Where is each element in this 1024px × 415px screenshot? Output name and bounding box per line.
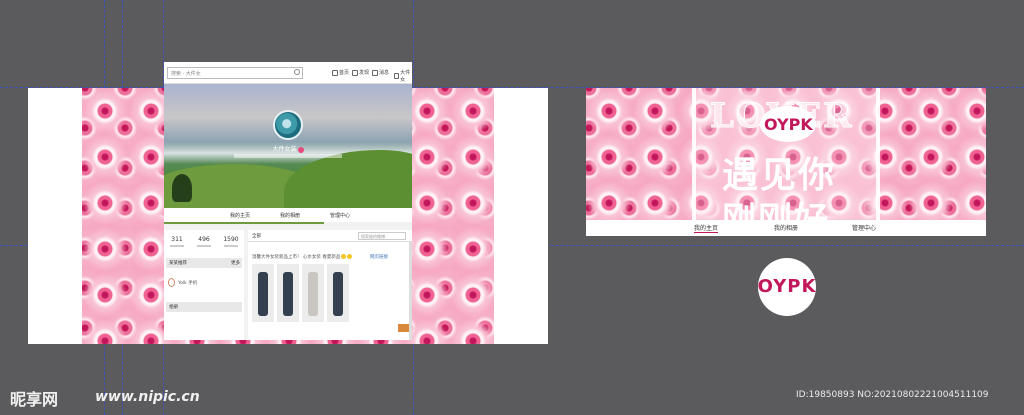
nav-label: 大件女 <box>400 70 411 83</box>
post-image[interactable] <box>277 264 299 322</box>
stat-value: 496 <box>198 236 210 243</box>
post-text-content: 温馨大件女装新品上市！ 心水女装 春夏新品 <box>252 255 341 260</box>
watermark-id: ID:19850893 NO:20210802221004511109 <box>796 390 989 400</box>
banner-tabs: 我的主页 我的相册 管理中心 <box>586 220 986 236</box>
location-icon <box>168 278 175 287</box>
list-item-label: Yolk 手机 <box>178 280 198 286</box>
nav-messages[interactable]: 消息 <box>372 69 389 76</box>
emoji-icon <box>347 254 353 259</box>
tab-manage[interactable]: 管理中心 <box>852 223 876 232</box>
banner-center-panel: LOVER OYPK 遇见你 刚刚好 <box>692 88 880 220</box>
list-item[interactable]: Yolk 手机 <box>168 278 197 287</box>
emoji-icon <box>341 254 347 259</box>
tab-home[interactable]: 我的主页 <box>694 223 719 233</box>
search-input[interactable]: 搜索 · 大件女 <box>167 67 303 79</box>
header-banner: LOVER OYPK 遇见你 刚刚好 <box>586 88 986 220</box>
profile-tabs: 我的主页 我的相册 管理中心 <box>164 208 412 222</box>
logo-text: OYPK <box>757 276 817 297</box>
banner-title: 遇见你 <box>722 155 837 196</box>
watermark-url: www.nipic.cn <box>95 389 200 405</box>
post-image[interactable] <box>302 264 324 322</box>
more-link[interactable]: 更多 <box>231 260 240 266</box>
stats-row: 311 496 1590 <box>164 234 244 250</box>
nav-label: 首页 <box>339 70 350 76</box>
discover-icon <box>352 69 358 76</box>
search-placeholder: 搜索 · 大件女 <box>171 71 201 77</box>
feed: 全部 搜索她的微博 温馨大件女装新品上市！ 心水女装 春夏新品 网页链接 <box>248 230 412 340</box>
feed-tab-all[interactable]: 全部 <box>252 234 261 239</box>
stat-value: 311 <box>171 236 183 243</box>
stat-posts[interactable]: 1590 <box>218 236 244 247</box>
feed-search-placeholder: 搜索她的微博 <box>361 234 385 239</box>
avatar[interactable] <box>273 110 303 140</box>
cover-trees <box>172 174 192 202</box>
post-text: 温馨大件女装新品上市！ 心水女装 春夏新品 <box>252 254 353 260</box>
user-icon <box>394 73 400 79</box>
post-image[interactable] <box>252 264 274 322</box>
profile-name: 大件女装 <box>164 144 412 153</box>
nav-label: 发现 <box>359 70 370 76</box>
profile-description <box>234 154 342 158</box>
cover-image: 大件女装 <box>164 84 412 224</box>
tab-manage[interactable]: 管理中心 <box>330 212 350 219</box>
nav-label: 消息 <box>379 70 390 76</box>
tab-home[interactable]: 我的主页 <box>230 212 250 219</box>
scrollbar[interactable] <box>409 242 412 340</box>
sidebar: 311 496 1590 某某推荐 更多 Yolk 手机 相册 <box>164 230 244 340</box>
message-icon <box>372 69 378 76</box>
top-bar: 搜索 · 大件女 首页 发现 消息 大件女 <box>164 62 412 84</box>
card-title: 相册 <box>169 305 178 310</box>
card-title: 某某推荐 <box>169 261 187 266</box>
profile-name-text: 大件女装 <box>272 146 297 153</box>
tab-album[interactable]: 我的相册 <box>280 212 300 219</box>
feed-tabs: 全部 搜索她的微博 <box>248 230 412 242</box>
search-icon[interactable] <box>294 69 300 75</box>
home-icon <box>332 69 338 76</box>
feed-search-input[interactable]: 搜索她的微博 <box>358 232 406 240</box>
verified-badge-icon <box>297 146 304 153</box>
profile-page-mockup: 搜索 · 大件女 首页 发现 消息 大件女 大件女装 我的主页 我的相册 管理中… <box>164 62 412 340</box>
brand-text: OYPK <box>764 115 813 134</box>
nav-discover[interactable]: 发现 <box>352 69 369 76</box>
tab-album[interactable]: 我的相册 <box>774 223 798 232</box>
stat-following[interactable]: 311 <box>164 236 190 247</box>
stat-followers[interactable]: 496 <box>191 236 217 247</box>
post-link[interactable]: 网页链接 <box>370 254 388 260</box>
card-header: 相册 <box>166 302 242 312</box>
watermark-logo: 昵享网 <box>10 390 59 409</box>
nav-home[interactable]: 首页 <box>332 69 349 76</box>
post-images <box>252 264 349 322</box>
card-header: 某某推荐 更多 <box>166 258 242 268</box>
nav-user[interactable]: 大件女 <box>394 69 412 83</box>
banner-subtitle: 刚刚好 <box>722 200 830 220</box>
stat-value: 1590 <box>223 236 239 243</box>
post-image[interactable] <box>327 264 349 322</box>
